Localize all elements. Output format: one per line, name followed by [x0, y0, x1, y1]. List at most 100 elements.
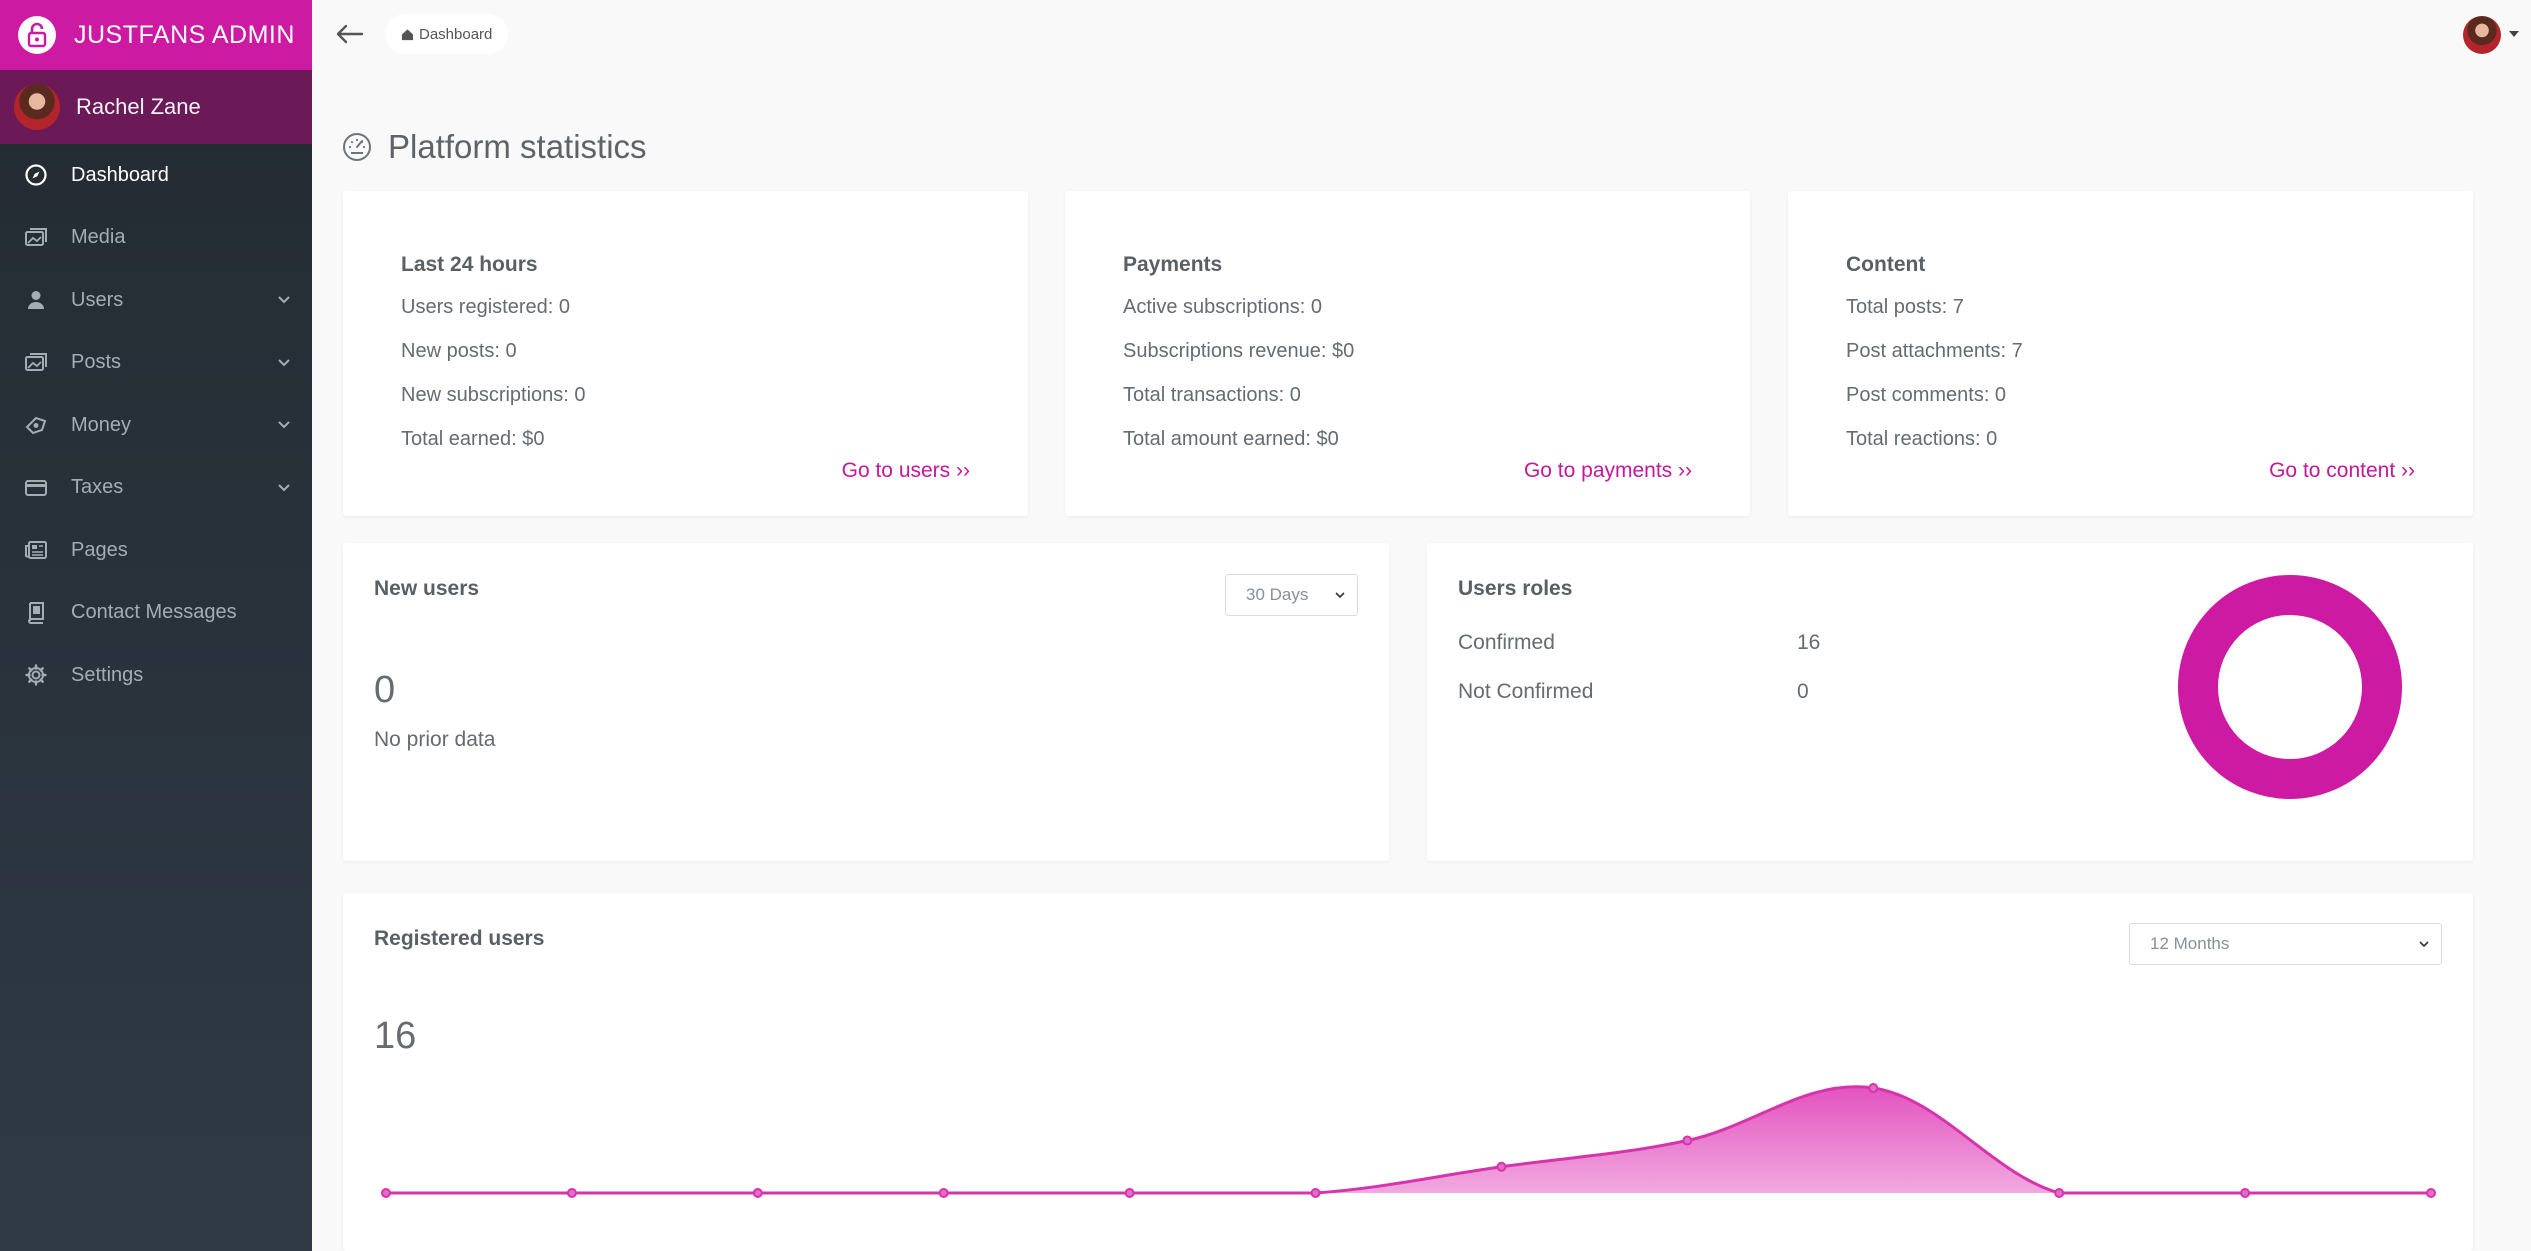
- sidebar-item-settings[interactable]: Settings: [0, 644, 312, 707]
- lock-logo-icon: [18, 16, 56, 54]
- back-button[interactable]: [334, 18, 366, 50]
- role-name: Confirmed: [1458, 631, 1555, 654]
- sidebar-menu: Dashboard Media Users Posts Money Taxes: [0, 144, 312, 707]
- chart-point-2[interactable]: [566, 1188, 577, 1198]
- card-title: Last 24 hours: [401, 253, 538, 276]
- go-to-content-link[interactable]: Go to content ››: [2269, 459, 2415, 483]
- stat-row: Post attachments: 7: [1846, 340, 2023, 362]
- new-users-count: 0: [374, 669, 396, 711]
- users-roles-donut-chart: [2178, 575, 2402, 799]
- sidebar-item-pages[interactable]: Pages: [0, 519, 312, 582]
- brand-title: JUSTFANS ADMIN: [74, 20, 295, 49]
- chevron-down-icon: [1335, 592, 1345, 599]
- stat-row: Total posts: 7: [1846, 296, 1964, 318]
- card-title: Payments: [1123, 253, 1223, 276]
- chevron-down-icon: [276, 359, 292, 367]
- topbar: Dashboard: [312, 0, 2531, 70]
- stat-row: Users registered: 0: [401, 296, 570, 318]
- chart-point-5[interactable]: [1124, 1188, 1135, 1198]
- sidebar-item-label: Money: [71, 413, 132, 436]
- no-data-note: No prior data: [374, 728, 496, 751]
- stat-row: New subscriptions: 0: [401, 384, 586, 406]
- chart-point-7[interactable]: [1496, 1161, 1507, 1172]
- profile-name: Rachel Zane: [76, 94, 201, 119]
- chevron-down-icon: [276, 421, 292, 429]
- new-users-card: New users 30 Days 0 No prior data: [343, 543, 1389, 861]
- compass-icon: [24, 163, 48, 187]
- stat-row: Total earned: $0: [401, 428, 545, 450]
- sidebar-item-posts[interactable]: Posts: [0, 332, 312, 395]
- sidebar: JUSTFANS ADMIN Rachel Zane Dashboard Med…: [0, 0, 312, 1251]
- sidebar-item-users[interactable]: Users: [0, 269, 312, 332]
- sidebar-item-label: Settings: [71, 663, 144, 686]
- card-title: New users: [374, 577, 480, 600]
- chart-series-line: [385, 1085, 2431, 1195]
- chart-point-9[interactable]: [1868, 1083, 1879, 1093]
- registered-users-area-chart: [381, 1083, 2436, 1198]
- role-name: Not Confirmed: [1458, 680, 1594, 703]
- payments-card: Payments Active subscriptions: 0 Subscri…: [1065, 191, 1750, 516]
- brand-header[interactable]: JUSTFANS ADMIN: [0, 0, 312, 70]
- chevron-down-icon: [276, 296, 292, 304]
- new-users-range-select[interactable]: 30 Days: [1225, 574, 1358, 616]
- sidebar-item-money[interactable]: Money: [0, 394, 312, 457]
- sidebar-item-label: Users: [71, 288, 124, 311]
- sidebar-item-label: Taxes: [71, 476, 124, 499]
- images-icon: [24, 226, 48, 250]
- page-heading: Platform statistics: [342, 128, 647, 166]
- chart-point-4[interactable]: [938, 1188, 949, 1198]
- last-24-hours-card: Last 24 hours Users registered: 0 New po…: [343, 191, 1028, 516]
- sidebar-item-taxes[interactable]: Taxes: [0, 457, 312, 520]
- book-icon: [24, 601, 48, 625]
- card-title: Users roles: [1458, 577, 1573, 600]
- home-icon: [401, 28, 414, 40]
- images-icon: [24, 351, 48, 375]
- sidebar-item-label: Contact Messages: [71, 601, 237, 624]
- chart-point-1[interactable]: [381, 1188, 391, 1198]
- select-value: 30 Days: [1246, 585, 1309, 604]
- stat-row: Total reactions: 0: [1846, 428, 1998, 450]
- chevron-down-icon: [276, 484, 292, 492]
- dashboard-gauge-icon: [343, 133, 371, 161]
- role-value: 0: [1797, 680, 1809, 703]
- stat-row: Total amount earned: $0: [1123, 428, 1339, 450]
- arrow-left-icon: [336, 24, 364, 44]
- money-icon: [24, 413, 48, 437]
- content-card: Content Total posts: 7 Post attachments:…: [1788, 191, 2473, 516]
- sidebar-item-label: Posts: [71, 351, 122, 374]
- stat-row: Post comments: 0: [1846, 384, 2007, 406]
- user-icon: [24, 288, 48, 312]
- stat-row: Subscriptions revenue: $0: [1123, 340, 1355, 362]
- page-title: Platform statistics: [388, 128, 647, 165]
- sidebar-item-label: Pages: [71, 538, 128, 561]
- breadcrumb[interactable]: Dashboard: [385, 14, 509, 54]
- stat-row: New posts: 0: [401, 340, 517, 362]
- stat-row: Total transactions: 0: [1123, 384, 1301, 406]
- go-to-users-link[interactable]: Go to users ››: [842, 459, 970, 483]
- registered-users-card: Registered users 12 Months 16: [343, 893, 2473, 1251]
- chart-point-11[interactable]: [2240, 1188, 2251, 1198]
- go-to-payments-link[interactable]: Go to payments ››: [1524, 459, 1692, 483]
- chart-point-3[interactable]: [752, 1188, 763, 1198]
- users-roles-card: Users roles Confirmed 16 Not Confirmed 0: [1427, 543, 2473, 861]
- card-title: Content: [1846, 253, 1926, 276]
- sidebar-item-label: Dashboard: [71, 163, 169, 186]
- gear-icon: [24, 663, 48, 687]
- stat-row: Active subscriptions: 0: [1123, 296, 1322, 318]
- sidebar-item-contact-messages[interactable]: Contact Messages: [0, 582, 312, 645]
- chart-point-10[interactable]: [2054, 1188, 2065, 1198]
- sidebar-item-label: Media: [71, 226, 126, 249]
- sidebar-item-dashboard[interactable]: Dashboard: [0, 144, 312, 207]
- chart-area-fill: [386, 1086, 2431, 1193]
- sidebar-item-media[interactable]: Media: [0, 207, 312, 270]
- avatar[interactable]: [2463, 16, 2501, 54]
- chart-point-6[interactable]: [1310, 1188, 1321, 1198]
- chart-point-8[interactable]: [1682, 1135, 1693, 1146]
- credit-card-icon: [24, 476, 48, 500]
- donut-slice-confirmed: [2178, 575, 2402, 799]
- chart-point-12[interactable]: [2426, 1188, 2436, 1198]
- sidebar-profile[interactable]: Rachel Zane: [0, 70, 312, 144]
- avatar: [14, 84, 60, 130]
- caret-down-icon[interactable]: [2509, 31, 2519, 37]
- newspaper-icon: [24, 538, 48, 562]
